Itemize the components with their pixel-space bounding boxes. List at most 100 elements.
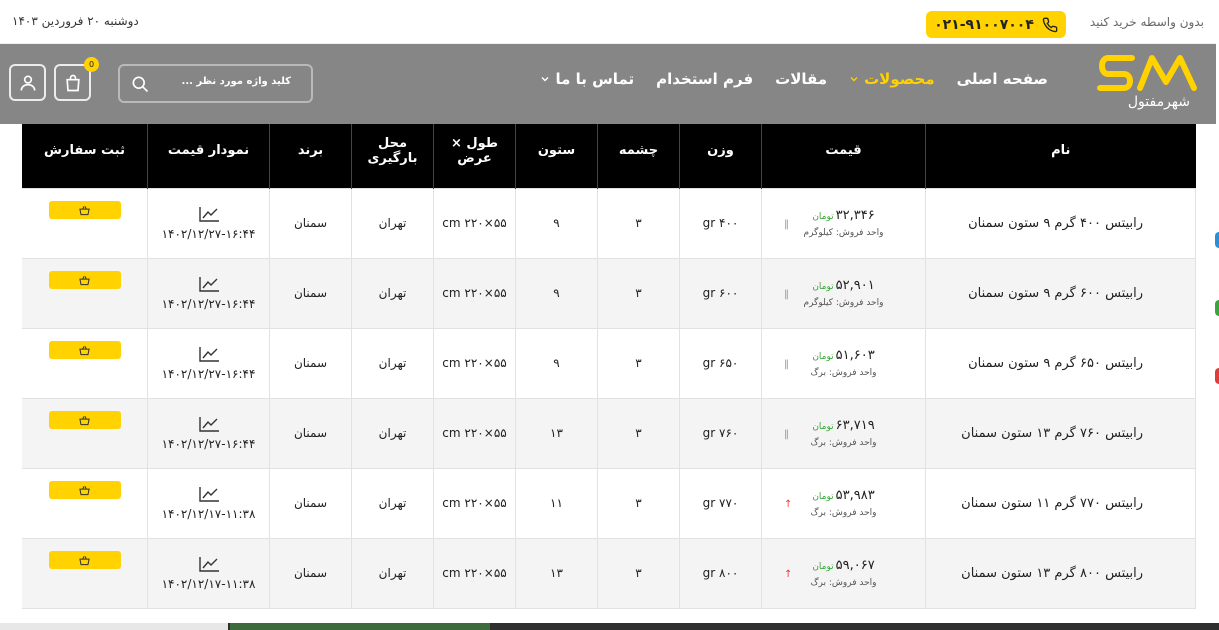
weight: ۷۶۰ gr xyxy=(679,397,762,469)
nav-contact-label: تماس با ما xyxy=(555,70,635,88)
trend-flat-icon: ‖ xyxy=(784,428,789,440)
mesh: ۳ xyxy=(597,397,680,469)
line-chart-icon[interactable] xyxy=(198,555,220,573)
user-account-button[interactable] xyxy=(9,64,46,101)
mesh: ۳ xyxy=(597,187,680,259)
column-header-location[interactable]: محل بارگیری xyxy=(351,124,434,188)
table-header-row: نام قیمت وزن چشمه ستون طول × عرض محل بار… xyxy=(22,124,1196,188)
basket-icon xyxy=(79,415,90,425)
price-chart-cell[interactable]: ۱۴۰۲/۱۲/۲۷-۱۶:۴۴ xyxy=(147,327,270,399)
price-currency: تومان xyxy=(812,562,834,572)
nav-jobs[interactable]: فرم استخدام xyxy=(656,70,753,88)
column-header-name[interactable]: نام xyxy=(925,124,1196,188)
trend-flat-icon: ‖ xyxy=(784,288,789,300)
loading-location: تهران xyxy=(351,257,434,329)
column-header-size[interactable]: طول × عرض xyxy=(433,124,516,188)
column-header-order[interactable]: ثبت سفارش xyxy=(22,124,148,188)
line-chart-icon[interactable] xyxy=(198,415,220,433)
price-update-date: ۱۴۰۲/۱۲/۲۷-۱۶:۴۴ xyxy=(161,367,256,381)
size: ۵۵×۲۲۰ cm xyxy=(433,397,516,469)
order-cell xyxy=(22,257,148,329)
add-to-cart-button[interactable] xyxy=(48,271,121,289)
line-chart-icon[interactable] xyxy=(198,485,220,503)
add-to-cart-button[interactable] xyxy=(48,551,121,569)
price-chart-cell[interactable]: ۱۴۰۲/۱۲/۲۷-۱۶:۴۴ xyxy=(147,257,270,329)
add-to-cart-button[interactable] xyxy=(48,411,121,429)
price-cell: ۶۳,۷۱۹ تومان واحد فروش: برگ ‖ xyxy=(761,397,926,469)
column-header-weight[interactable]: وزن xyxy=(679,124,762,188)
search-box[interactable]: کلید واژه مورد نظر ... xyxy=(118,64,313,103)
order-cell xyxy=(22,467,148,539)
main-header: شهرمفتول صفحه اصلی محصولات مقالات فرم اس… xyxy=(0,44,1216,124)
trend-up-icon: ↑ xyxy=(784,498,793,510)
add-to-cart-button[interactable] xyxy=(48,481,121,499)
basket-icon xyxy=(79,205,90,215)
brand: سمنان xyxy=(269,187,352,259)
sale-unit: واحد فروش: برگ xyxy=(810,578,877,588)
size: ۵۵×۲۲۰ cm xyxy=(433,187,516,259)
size: ۵۵×۲۲۰ cm xyxy=(433,257,516,329)
table-row: رابیتس ۷۶۰ گرم ۱۳ ستون سمنان ۶۳,۷۱۹ تومان و… xyxy=(22,397,1196,469)
loading-location: تهران xyxy=(351,537,434,609)
add-to-cart-button[interactable] xyxy=(48,201,121,219)
column-count: ۱۱ xyxy=(515,467,598,539)
table-row: رابیتس ۷۷۰ گرم ۱۱ ستون سمنان ۵۳,۹۸۳ تومان و… xyxy=(22,467,1196,539)
add-to-cart-button[interactable] xyxy=(48,341,121,359)
shopping-bag-icon xyxy=(65,74,80,91)
price-cell: ۵۳,۹۸۳ تومان واحد فروش: برگ ↑ xyxy=(761,467,926,539)
sale-unit: واحد فروش: کیلوگرم xyxy=(803,298,884,308)
price-chart-cell[interactable]: ۱۴۰۲/۱۲/۱۷-۱۱:۳۸ xyxy=(147,537,270,609)
line-chart-icon[interactable] xyxy=(198,275,220,293)
phone-number: ۰۲۱-۹۱۰۰۷۰۰۴ xyxy=(934,16,1034,33)
price-value: ۵۹,۰۶۷ xyxy=(835,558,875,573)
table-body: رابیتس ۴۰۰ گرم ۹ ستون سمنان ۳۲,۳۴۶ تومان وا… xyxy=(22,187,1196,609)
phone-button[interactable]: ۰۲۱-۹۱۰۰۷۰۰۴ xyxy=(926,11,1066,38)
search-icon[interactable] xyxy=(130,74,150,94)
table-row: رابیتس ۴۰۰ گرم ۹ ستون سمنان ۳۲,۳۴۶ تومان وا… xyxy=(22,187,1196,259)
product-name[interactable]: رابیتس ۷۶۰ گرم ۱۳ ستون سمنان xyxy=(925,397,1196,469)
nav-articles[interactable]: مقالات xyxy=(775,70,827,88)
column-header-brand[interactable]: برند xyxy=(269,124,352,188)
line-chart-icon[interactable] xyxy=(198,345,220,363)
chevron-down-icon xyxy=(850,77,858,82)
size: ۵۵×۲۲۰ cm xyxy=(433,537,516,609)
search-input[interactable]: کلید واژه مورد نظر ... xyxy=(182,76,291,87)
line-chart-icon[interactable] xyxy=(198,205,220,223)
product-name[interactable]: رابیتس ۸۰۰ گرم ۱۳ ستون سمنان xyxy=(925,537,1196,609)
price-update-date: ۱۴۰۲/۱۲/۱۷-۱۱:۳۸ xyxy=(161,507,256,521)
price-update-date: ۱۴۰۲/۱۲/۲۷-۱۶:۴۴ xyxy=(161,227,256,241)
nav-contact[interactable]: تماس با ما xyxy=(540,70,634,88)
column-header-price[interactable]: قیمت xyxy=(761,124,926,188)
price-chart-cell[interactable]: ۱۴۰۲/۱۲/۲۷-۱۶:۴۴ xyxy=(147,187,270,259)
product-name[interactable]: رابیتس ۴۰۰ گرم ۹ ستون سمنان xyxy=(925,187,1196,259)
column-count: ۱۳ xyxy=(515,537,598,609)
column-header-price-chart[interactable]: نمودار قیمت xyxy=(147,124,270,188)
table-row: رابیتس ۶۵۰ گرم ۹ ستون سمنان ۵۱,۶۰۳ تومان وا… xyxy=(22,327,1196,399)
column-header-columns[interactable]: ستون xyxy=(515,124,598,188)
price-chart-cell[interactable]: ۱۴۰۲/۱۲/۲۷-۱۶:۴۴ xyxy=(147,397,270,469)
trend-flat-icon: ‖ xyxy=(784,218,789,230)
price-table: نام قیمت وزن چشمه ستون طول × عرض محل بار… xyxy=(22,124,1196,609)
size: ۵۵×۲۲۰ cm xyxy=(433,467,516,539)
main-nav: صفحه اصلی محصولات مقالات فرم استخدام تما… xyxy=(540,70,1048,88)
site-logo[interactable]: شهرمفتول xyxy=(1094,52,1206,116)
page: بدون واسطه خرید کنید ۰۲۱-۹۱۰۰۷۰۰۴ دوشنبه… xyxy=(0,0,1219,630)
loading-location: تهران xyxy=(351,467,434,539)
sale-unit: واحد فروش: برگ xyxy=(810,438,877,448)
logo-text: شهرمفتول xyxy=(1127,94,1190,110)
product-name[interactable]: رابیتس ۶۰۰ گرم ۹ ستون سمنان xyxy=(925,257,1196,329)
column-header-mesh[interactable]: چشمه xyxy=(597,124,680,188)
price-cell: ۵۲,۹۰۱ تومان واحد فروش: کیلوگرم ‖ xyxy=(761,257,926,329)
size: ۵۵×۲۲۰ cm xyxy=(433,327,516,399)
trend-flat-icon: ‖ xyxy=(784,358,789,370)
price-currency: تومان xyxy=(812,492,834,502)
mesh: ۳ xyxy=(597,327,680,399)
nav-products[interactable]: محصولات xyxy=(849,70,935,88)
price-chart-cell[interactable]: ۱۴۰۲/۱۲/۱۷-۱۱:۳۸ xyxy=(147,467,270,539)
weight: ۶۵۰ gr xyxy=(679,327,762,399)
side-scroll-dot-green xyxy=(1215,300,1219,316)
loading-location: تهران xyxy=(351,187,434,259)
product-name[interactable]: رابیتس ۶۵۰ گرم ۹ ستون سمنان xyxy=(925,327,1196,399)
nav-home[interactable]: صفحه اصلی xyxy=(957,70,1048,88)
product-name[interactable]: رابیتس ۷۷۰ گرم ۱۱ ستون سمنان xyxy=(925,467,1196,539)
